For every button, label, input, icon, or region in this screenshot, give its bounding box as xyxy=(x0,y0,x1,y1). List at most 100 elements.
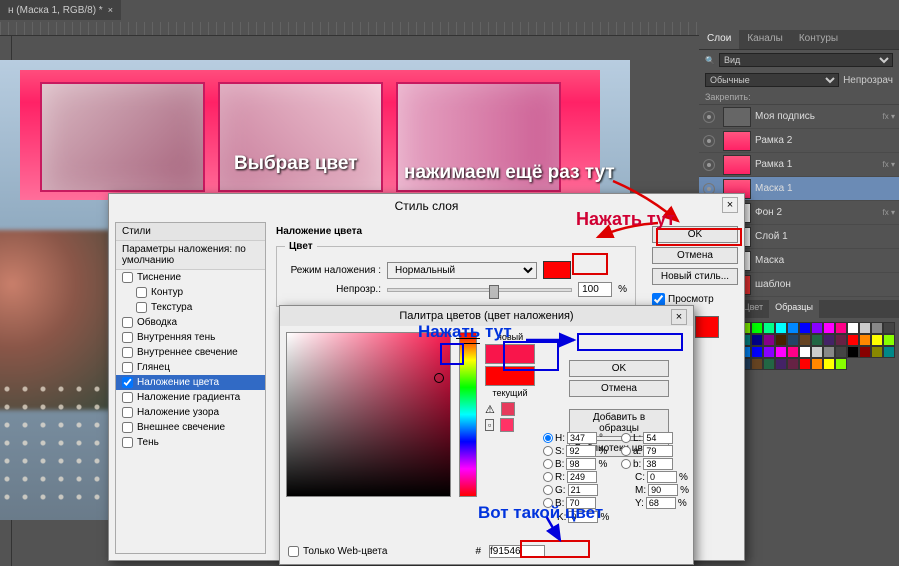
a-radio[interactable] xyxy=(621,446,631,456)
tab-paths[interactable]: Контуры xyxy=(791,30,846,49)
g-radio[interactable] xyxy=(543,485,553,495)
swatch-cell[interactable] xyxy=(763,334,775,346)
l-input[interactable] xyxy=(643,432,673,444)
swatch-cell[interactable] xyxy=(859,322,871,334)
l-radio[interactable] xyxy=(621,433,631,443)
swatch-cell[interactable] xyxy=(763,322,775,334)
swatch-cell[interactable] xyxy=(835,334,847,346)
swatch-cell[interactable] xyxy=(883,334,895,346)
swatch-cell[interactable] xyxy=(811,358,823,370)
swatch-cell[interactable] xyxy=(787,358,799,370)
swatch-cell[interactable] xyxy=(763,346,775,358)
close-icon[interactable]: × xyxy=(722,197,738,213)
swatch-cell[interactable] xyxy=(835,346,847,358)
h-radio[interactable] xyxy=(543,433,553,443)
layer-row[interactable]: Рамка 1fx ▾ xyxy=(699,153,899,177)
style-effect-item[interactable]: Наложение цвета xyxy=(116,375,265,390)
websafe-swatch[interactable] xyxy=(500,418,514,432)
swatch-cell[interactable] xyxy=(871,334,883,346)
visibility-icon[interactable] xyxy=(703,111,715,123)
effect-checkbox[interactable] xyxy=(122,377,133,388)
layer-row[interactable]: Рамка 2 xyxy=(699,129,899,153)
cancel-button[interactable]: Отмена xyxy=(652,247,738,264)
swatch-cell[interactable] xyxy=(775,322,787,334)
swatch-cell[interactable] xyxy=(835,322,847,334)
effect-checkbox[interactable] xyxy=(122,407,133,418)
swatch-cell[interactable] xyxy=(883,346,895,358)
opacity-input[interactable] xyxy=(578,282,612,297)
overlay-color-swatch[interactable] xyxy=(543,261,571,279)
new-style-button[interactable]: Новый стиль... xyxy=(652,268,738,285)
swatch-cell[interactable] xyxy=(751,334,763,346)
webonly-checkbox[interactable] xyxy=(288,546,299,557)
swatch-cell[interactable] xyxy=(799,358,811,370)
swatch-cell[interactable] xyxy=(787,334,799,346)
swatch-cell[interactable] xyxy=(871,346,883,358)
webonly-label[interactable]: Только Web-цвета xyxy=(288,546,387,557)
swatch-cell[interactable] xyxy=(835,358,847,370)
swatch-cell[interactable] xyxy=(823,346,835,358)
style-effect-item[interactable]: Тиснение xyxy=(116,270,265,285)
s-input[interactable] xyxy=(566,445,596,457)
blend-select[interactable]: Обычные xyxy=(705,73,839,87)
effect-checkbox[interactable] xyxy=(122,422,133,433)
m-input[interactable] xyxy=(648,484,678,496)
opacity-slider[interactable] xyxy=(387,288,572,292)
effect-checkbox[interactable] xyxy=(122,392,133,403)
b-radio[interactable] xyxy=(543,459,553,469)
swatch-cell[interactable] xyxy=(799,322,811,334)
swatch-cell[interactable] xyxy=(775,334,787,346)
tab-layers[interactable]: Слои xyxy=(699,30,739,49)
warning-icon[interactable]: ⚠ xyxy=(485,403,495,416)
style-effect-item[interactable]: Наложение градиента xyxy=(116,390,265,405)
style-effect-item[interactable]: Внутренняя тень xyxy=(116,330,265,345)
swatch-cell[interactable] xyxy=(823,322,835,334)
style-effect-item[interactable]: Обводка xyxy=(116,315,265,330)
style-effect-item[interactable]: Наложение узора xyxy=(116,405,265,420)
cube-icon[interactable]: ▫ xyxy=(485,419,494,431)
ok-button[interactable]: OK xyxy=(569,360,669,377)
swatch-cell[interactable] xyxy=(751,322,763,334)
r-radio[interactable] xyxy=(543,472,553,482)
effect-checkbox[interactable] xyxy=(122,332,133,343)
r-input[interactable] xyxy=(567,471,597,483)
swatch-cell[interactable] xyxy=(775,346,787,358)
effect-checkbox[interactable] xyxy=(136,287,147,298)
layer-row[interactable]: Моя подписьfx ▾ xyxy=(699,105,899,129)
style-effect-item[interactable]: Текстура xyxy=(116,300,265,315)
blend-mode-select[interactable]: Нормальный xyxy=(387,262,537,279)
swatch-cell[interactable] xyxy=(811,322,823,334)
swatch-cell[interactable] xyxy=(847,322,859,334)
y-input[interactable] xyxy=(646,497,676,509)
swatch-cell[interactable] xyxy=(883,322,895,334)
c-input[interactable] xyxy=(647,471,677,483)
swatch-cell[interactable] xyxy=(823,358,835,370)
close-icon[interactable]: × xyxy=(671,309,687,325)
effect-checkbox[interactable] xyxy=(122,347,133,358)
visibility-icon[interactable] xyxy=(703,159,715,171)
effect-checkbox[interactable] xyxy=(136,302,147,313)
swatch-cell[interactable] xyxy=(799,334,811,346)
tab-channels[interactable]: Каналы xyxy=(739,30,791,49)
style-effect-item[interactable]: Глянец xyxy=(116,360,265,375)
g-input[interactable] xyxy=(568,484,598,496)
saturation-field[interactable] xyxy=(286,332,451,497)
tab-swatches[interactable]: Образцы xyxy=(769,300,819,318)
style-effect-item[interactable]: Контур xyxy=(116,285,265,300)
gamut-swatch[interactable] xyxy=(501,402,515,416)
style-effect-item[interactable]: Внутреннее свечение xyxy=(116,345,265,360)
effect-checkbox[interactable] xyxy=(122,437,133,448)
blend-options-header[interactable]: Параметры наложения: по умолчанию xyxy=(116,241,265,270)
swatch-cell[interactable] xyxy=(859,334,871,346)
b-input[interactable] xyxy=(566,458,596,470)
close-icon[interactable]: × xyxy=(108,5,113,15)
document-tab[interactable]: н (Маска 1, RGB/8) * × xyxy=(0,0,121,20)
bv-radio[interactable] xyxy=(621,459,631,469)
swatch-cell[interactable] xyxy=(847,334,859,346)
swatch-cell[interactable] xyxy=(775,358,787,370)
swatch-cell[interactable] xyxy=(823,334,835,346)
swatch-cell[interactable] xyxy=(859,346,871,358)
swatch-cell[interactable] xyxy=(751,358,763,370)
style-effect-item[interactable]: Внешнее свечение xyxy=(116,420,265,435)
cancel-button[interactable]: Отмена xyxy=(569,380,669,397)
